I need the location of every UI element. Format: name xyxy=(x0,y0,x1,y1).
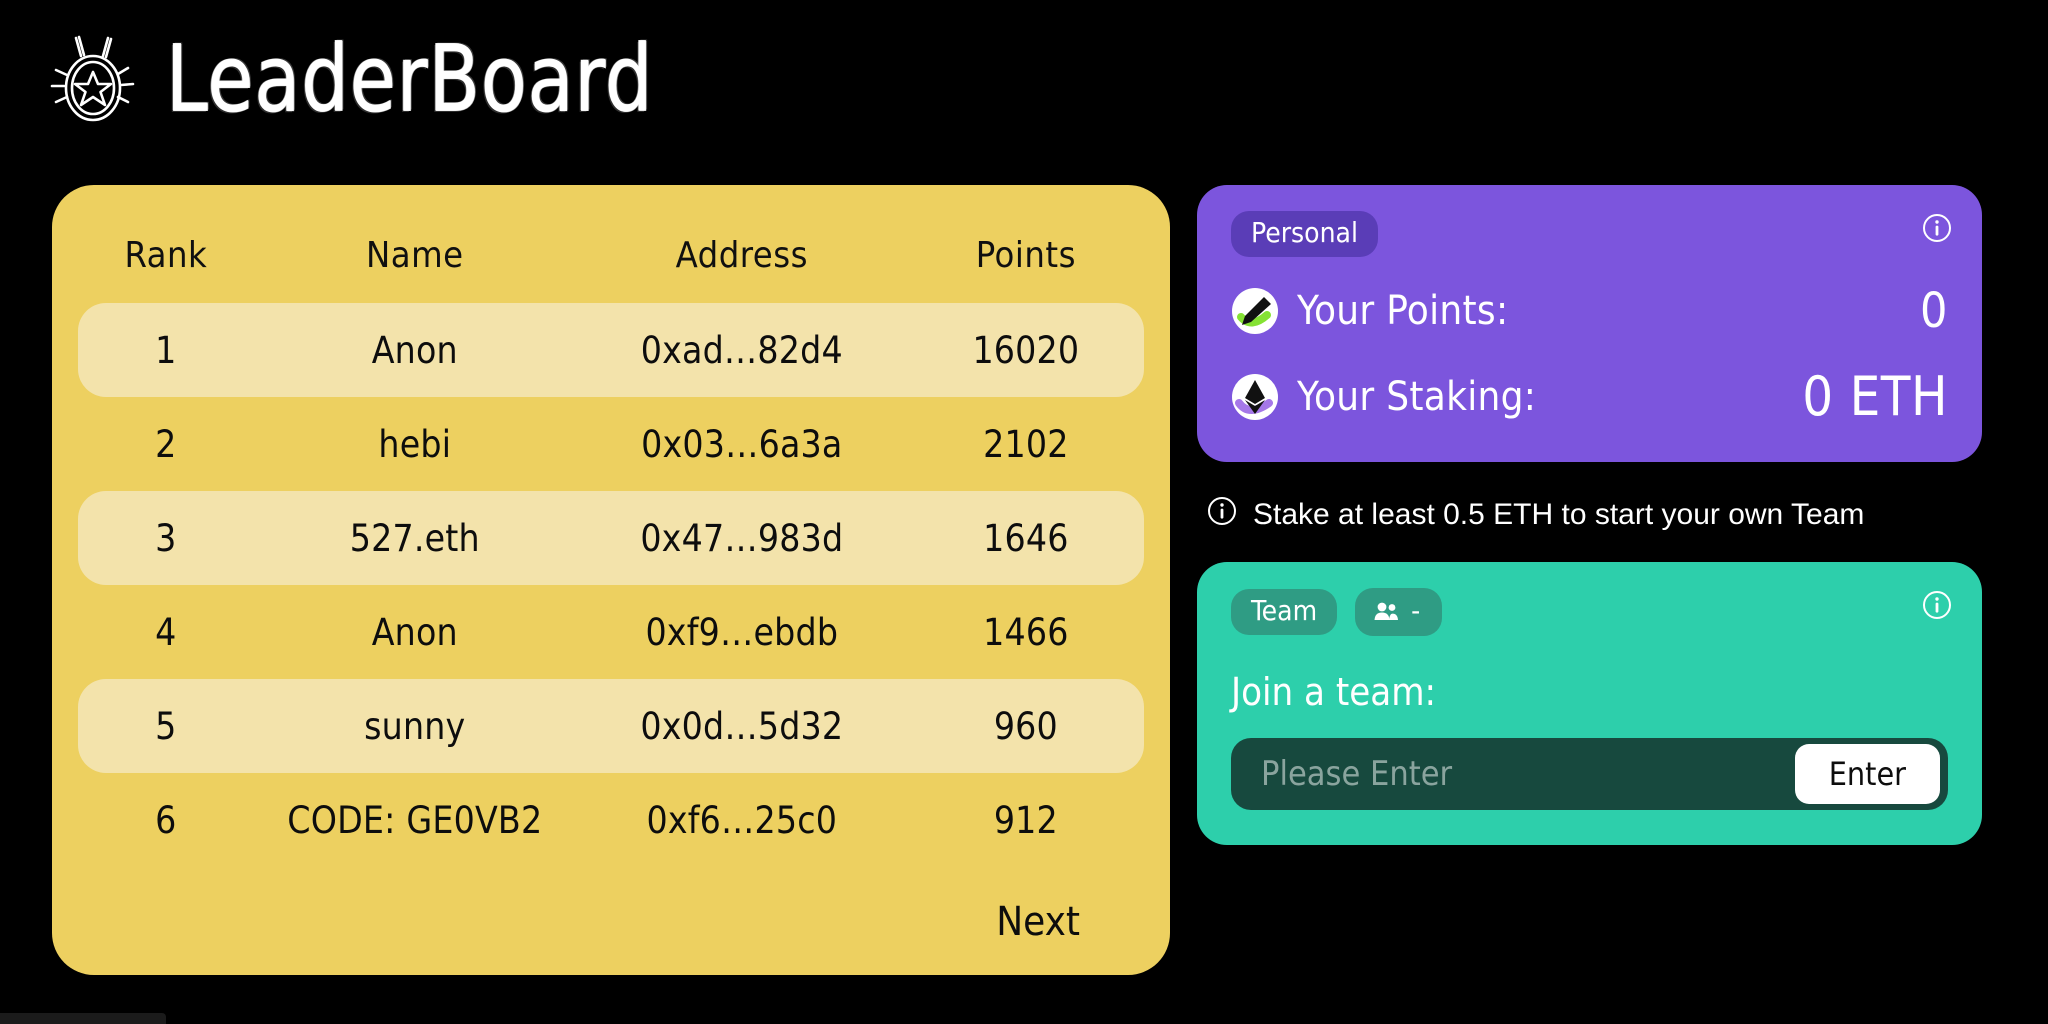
cell-name: 527.eth xyxy=(349,516,480,560)
team-card: Team - Join a team: Enter xyxy=(1197,562,1982,845)
column-header-rank: Rank xyxy=(124,234,208,276)
leaderboard-card: Rank Name Address Points 1 Anon 0xad…82d… xyxy=(52,185,1170,975)
cell-name: sunny xyxy=(364,704,466,748)
your-staking-value: 0 ETH xyxy=(1802,365,1948,428)
team-badge-row: Team - xyxy=(1231,588,1948,636)
cell-points: 912 xyxy=(993,798,1058,842)
info-circle-icon[interactable] xyxy=(1922,590,1952,620)
table-row[interactable]: 6 CODE: GE0VB2 0xf6…25c0 912 xyxy=(78,773,1144,867)
cell-points: 1466 xyxy=(983,610,1069,654)
personal-card: Personal Your Points: 0 Your Staking: 0 … xyxy=(1197,185,1982,462)
column-header-address: Address xyxy=(675,234,808,276)
next-page-button[interactable]: Next xyxy=(986,895,1090,949)
cell-name: CODE: GE0VB2 xyxy=(287,798,543,842)
cell-points: 16020 xyxy=(972,328,1080,372)
join-team-input[interactable] xyxy=(1261,738,1795,810)
enter-button[interactable]: Enter xyxy=(1794,744,1940,804)
cell-rank: 4 xyxy=(155,610,177,654)
table-row[interactable]: 3 527.eth 0x47…983d 1646 xyxy=(78,491,1144,585)
your-points-label: Your Points: xyxy=(1297,288,1509,334)
leaderboard-rows: 1 Anon 0xad…82d4 16020 2 hebi 0x03…6a3a … xyxy=(52,303,1170,867)
stake-hint-text: Stake at least 0.5 ETH to start your own… xyxy=(1253,498,1865,531)
your-points-row: Your Points: 0 xyxy=(1231,283,1948,339)
ethereum-icon xyxy=(1231,373,1279,421)
join-team-input-wrap: Enter xyxy=(1231,738,1948,810)
cell-points: 2102 xyxy=(983,422,1069,466)
cell-address: 0xf9…ebdb xyxy=(645,610,839,654)
page-header: LeaderBoard xyxy=(48,28,674,132)
cell-address: 0x47…983d xyxy=(640,516,844,560)
people-icon xyxy=(1374,602,1399,620)
page-title: LeaderBoard xyxy=(166,26,654,134)
right-panel: Personal Your Points: 0 Your Staking: 0 … xyxy=(1197,185,1982,845)
cell-name: Anon xyxy=(371,328,458,372)
cell-rank: 1 xyxy=(155,328,177,372)
cell-rank: 3 xyxy=(155,516,177,560)
pencil-highlight-icon xyxy=(1231,287,1279,335)
join-team-label: Join a team: xyxy=(1231,670,1437,714)
horizontal-scrollbar[interactable] xyxy=(0,1013,166,1024)
your-points-value: 0 xyxy=(1920,283,1948,339)
your-staking-label: Your Staking: xyxy=(1297,373,1537,420)
team-members-count: - xyxy=(1411,594,1421,627)
team-members-badge: - xyxy=(1355,588,1443,636)
cell-rank: 6 xyxy=(155,798,177,842)
column-header-points: Points xyxy=(975,234,1076,276)
cell-name: Anon xyxy=(371,610,458,654)
team-badge: Team xyxy=(1231,589,1338,635)
leaderboard-footer: Next xyxy=(52,867,1170,949)
cell-points: 960 xyxy=(993,704,1058,748)
your-staking-row: Your Staking: 0 ETH xyxy=(1231,365,1948,428)
info-circle-icon xyxy=(1207,496,1237,534)
info-circle-icon[interactable] xyxy=(1922,213,1952,243)
cell-address: 0x03…6a3a xyxy=(641,422,843,466)
cell-rank: 2 xyxy=(155,422,177,466)
cell-address: 0xf6…25c0 xyxy=(646,798,838,842)
personal-badge-row: Personal xyxy=(1231,211,1948,257)
cell-address: 0xad…82d4 xyxy=(640,328,843,372)
cell-points: 1646 xyxy=(983,516,1069,560)
column-header-name: Name xyxy=(366,234,464,276)
table-row[interactable]: 2 hebi 0x03…6a3a 2102 xyxy=(78,397,1144,491)
leaderboard-header-row: Rank Name Address Points xyxy=(52,207,1170,303)
stake-hint: Stake at least 0.5 ETH to start your own… xyxy=(1207,496,1982,534)
table-row[interactable]: 5 sunny 0x0d…5d32 960 xyxy=(78,679,1144,773)
cell-address: 0x0d…5d32 xyxy=(640,704,844,748)
medal-star-icon xyxy=(48,34,138,126)
personal-badge: Personal xyxy=(1231,211,1378,257)
table-row[interactable]: 4 Anon 0xf9…ebdb 1466 xyxy=(78,585,1144,679)
table-row[interactable]: 1 Anon 0xad…82d4 16020 xyxy=(78,303,1144,397)
cell-name: hebi xyxy=(378,422,452,466)
cell-rank: 5 xyxy=(155,704,177,748)
